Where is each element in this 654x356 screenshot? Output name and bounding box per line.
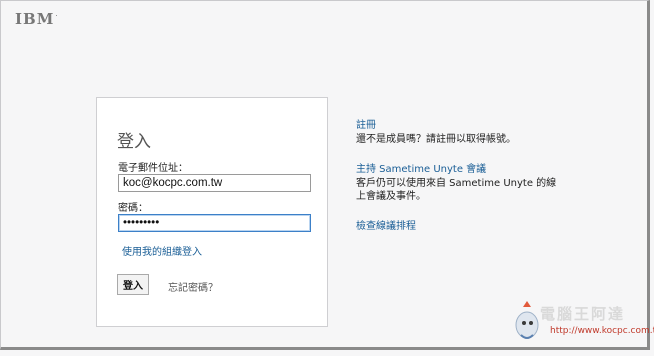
browser-viewport: IBM. 登入 電子郵件位址： 密碼： 使用我的組織登入 登入 忘記密碼？ 註冊… bbox=[0, 0, 654, 350]
password-field[interactable] bbox=[118, 214, 311, 232]
login-button[interactable]: 登入 bbox=[117, 274, 149, 295]
logo-mark: . bbox=[55, 10, 59, 18]
email-field[interactable] bbox=[118, 174, 311, 192]
schedule-link[interactable]: 檢查線議排程 bbox=[356, 220, 416, 233]
email-label: 電子郵件位址： bbox=[118, 163, 188, 174]
host-description-line2: 上會議及事件。 bbox=[356, 191, 426, 202]
host-meeting-link[interactable]: 主持 Sametime Unyte 會議 bbox=[356, 163, 486, 176]
watermark-text: 電腦王阿達 bbox=[540, 305, 626, 323]
watermark-url: http://www.kocpc.com.tw bbox=[550, 326, 654, 336]
register-description: 還不是成員嗎？請註冊以取得帳號。 bbox=[356, 134, 516, 145]
login-card: 登入 電子郵件位址： 密碼： 使用我的組織登入 登入 忘記密碼？ bbox=[96, 97, 328, 327]
organization-login-link[interactable]: 使用我的組織登入 bbox=[122, 243, 202, 258]
logo-text: IBM bbox=[15, 10, 55, 28]
forgot-password-link[interactable]: 忘記密碼？ bbox=[168, 279, 218, 294]
host-description-line1: 客戶仍可以使用來自 Sametime Unyte 的線 bbox=[356, 178, 557, 189]
login-title: 登入 bbox=[117, 132, 151, 152]
ibm-logo: IBM. bbox=[15, 10, 59, 28]
register-link[interactable]: 註冊 bbox=[356, 119, 376, 132]
password-label: 密碼： bbox=[118, 203, 148, 214]
